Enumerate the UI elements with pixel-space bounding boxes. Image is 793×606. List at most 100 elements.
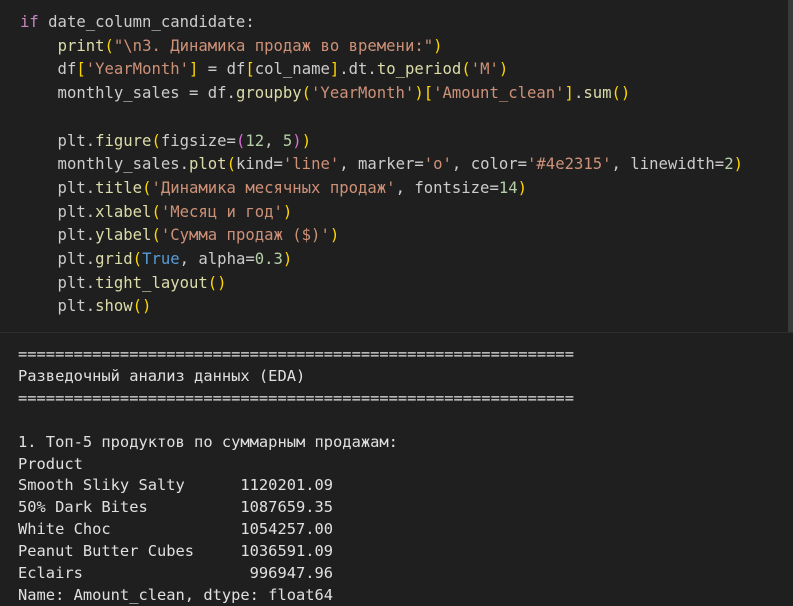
code-line[interactable]: plt.show() <box>20 294 152 318</box>
code-token: ( <box>151 226 161 245</box>
code-token: ( <box>226 155 236 174</box>
output-line: Peanut Butter Cubes 1036591.09 <box>18 542 334 561</box>
cell-output: ========================================… <box>0 333 793 604</box>
code-token: , <box>264 131 283 150</box>
code-token: [ <box>423 84 434 103</box>
code-token: ) <box>498 60 509 79</box>
code-line[interactable]: plt.ylabel('Сумма продаж ($)') <box>20 223 340 247</box>
code-token: [ <box>76 60 86 79</box>
code-token: , fontsize= <box>395 178 499 197</box>
code-token: plt. <box>20 297 96 316</box>
code-token: print <box>57 36 105 55</box>
code-token: to_period <box>376 60 462 79</box>
code-token: ) <box>282 250 293 268</box>
code-token: 14 <box>498 178 518 197</box>
code-token: 'line' <box>282 155 340 174</box>
code-token: 5 <box>282 131 293 150</box>
code-token: [ <box>245 60 255 79</box>
code-token: date_column_candidate: <box>38 13 255 31</box>
code-token: () <box>611 84 631 103</box>
code-token: 'YearMonth' <box>311 84 415 103</box>
code-token: plt. <box>20 273 96 292</box>
code-token: True <box>142 250 180 268</box>
output-line: Name: Amount_clean, dtype: float64 <box>18 585 334 604</box>
code-token: monthly_sales. <box>20 155 189 174</box>
code-token: ( <box>235 131 246 150</box>
output-line: 50% Dark Bites 1087659.35 <box>18 498 334 517</box>
output-line: ========================================… <box>18 388 574 407</box>
output-line: Smooth Sliky Salty 1120201.09 <box>18 476 334 495</box>
code-token: 2 <box>724 155 734 174</box>
code-line[interactable]: plt.grid(True, alpha=0.3) <box>20 247 293 271</box>
output-line: Product <box>18 454 83 473</box>
code-token: figure <box>95 131 152 150</box>
code-line[interactable]: monthly_sales.plot(kind='line', marker='… <box>20 152 743 176</box>
code-token: ) <box>292 131 302 150</box>
code-line[interactable]: monthly_sales = df.groupby('YearMonth')[… <box>20 81 631 105</box>
code-token: ) <box>517 178 528 197</box>
code-token: ( <box>301 84 312 103</box>
code-token: df <box>20 60 77 79</box>
code-line[interactable]: if date_column_candidate: <box>20 10 255 34</box>
code-line[interactable]: plt.xlabel('Месяц и год') <box>20 200 293 224</box>
code-token: .dt. <box>339 60 377 79</box>
code-token: ] <box>564 84 574 103</box>
code-token: 12 <box>245 131 265 150</box>
code-token: tight_layout <box>95 273 208 292</box>
code-token: sum <box>583 84 612 103</box>
code-line[interactable]: plt.figure(figsize=(12, 5)) <box>20 129 312 153</box>
code-token: "\n3. Динамика продаж во времени:" <box>113 36 434 55</box>
code-token: plot <box>189 155 227 174</box>
code-token: grid <box>95 250 133 268</box>
code-token: () <box>132 297 152 316</box>
code-token: plt. <box>20 226 96 245</box>
code-token: ( <box>151 202 161 221</box>
code-token: 'o' <box>423 155 452 174</box>
code-token: ylabel <box>95 226 152 245</box>
code-token: () <box>207 273 227 292</box>
code-token: 0.3 <box>254 250 283 268</box>
code-token: ( <box>151 131 161 150</box>
editor-scrollbar[interactable] <box>788 0 793 332</box>
code-token: show <box>95 297 133 316</box>
code-token: '#4e2315' <box>527 155 612 174</box>
code-token: , alpha= <box>179 250 255 268</box>
code-token: ) <box>282 202 293 221</box>
output-line: 1. Топ-5 продуктов по суммарным продажам… <box>18 432 398 451</box>
code-line[interactable]: df['YearMonth'] = df[col_name].dt.to_per… <box>20 57 509 81</box>
code-token: ) <box>329 226 340 245</box>
code-token: 'Сумма продаж ($)' <box>160 226 330 245</box>
code-token: ) <box>433 36 443 55</box>
code-line[interactable]: plt.tight_layout() <box>20 271 227 295</box>
code-token: ) <box>733 155 743 174</box>
output-line: ========================================… <box>18 345 574 363</box>
code-token: plt. <box>20 178 96 197</box>
code-token: ( <box>104 36 114 55</box>
output-line: Eclairs 996947.96 <box>18 564 334 582</box>
code-token: ( <box>132 250 143 268</box>
code-token: ) <box>414 84 424 103</box>
code-token: groupby <box>235 84 302 103</box>
code-token: plt. <box>20 131 96 150</box>
code-line[interactable]: print("\n3. Динамика продаж во времени:"… <box>20 34 443 58</box>
code-line[interactable]: plt.title('Динамика месячных продаж', fo… <box>20 176 527 200</box>
code-token: , color= <box>451 155 528 174</box>
code-token: 'YearMonth' <box>85 60 190 79</box>
code-token: xlabel <box>95 202 152 221</box>
code-token: col_name <box>254 60 330 79</box>
code-cell-editor[interactable]: if date_column_candidate: print("\n3. Ди… <box>0 0 793 332</box>
code-token: plt. <box>20 250 96 268</box>
code-token: if <box>20 13 39 31</box>
code-token: figsize= <box>160 131 236 150</box>
code-token: 'M' <box>470 60 499 79</box>
code-token: kind= <box>235 155 283 174</box>
code-token: 'Месяц и год' <box>160 202 283 221</box>
code-token: ] <box>329 60 340 79</box>
code-token: 'Amount_clean' <box>433 84 565 103</box>
code-token: monthly_sales = df. <box>20 84 236 103</box>
output-line: White Choc 1054257.00 <box>18 520 334 539</box>
code-token: ] <box>189 60 199 79</box>
code-token: , marker= <box>339 155 424 174</box>
code-token: 'Динамика месячных продаж' <box>151 178 396 197</box>
